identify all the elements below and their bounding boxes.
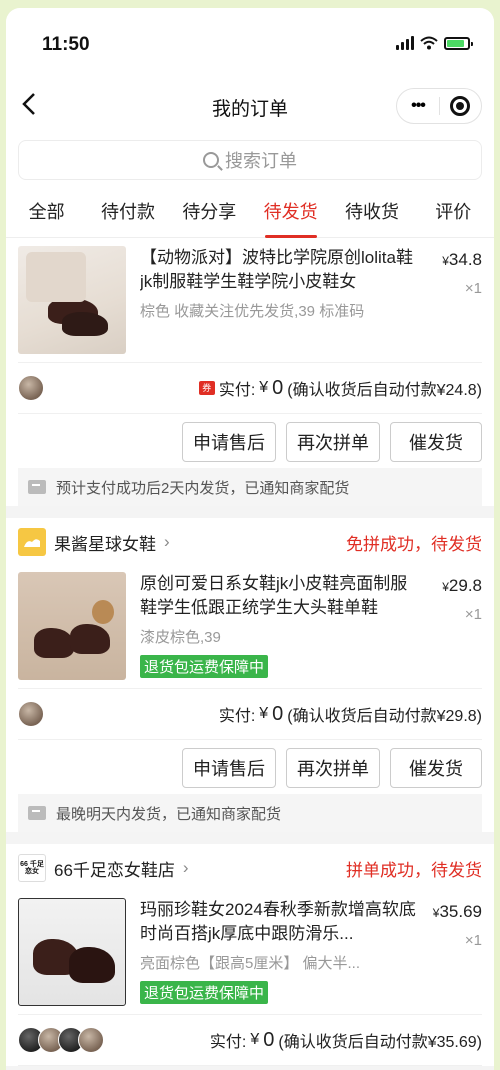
chevron-right-icon: › [164,532,170,551]
product-title: 玛丽珍鞋女2024春秋季新款增高软底时尚百搭jk厚底中跟防滑乐... [140,900,416,943]
reorder-button[interactable]: 再次拼单 [286,748,380,788]
shop-header[interactable]: 果酱星球女鞋 › 免拼成功，待发货 [18,520,482,564]
reorder-button[interactable]: 再次拼单 [286,422,380,462]
order-status: 免拼成功，待发货 [346,534,482,554]
search-icon [203,152,219,168]
product-title: 【动物派对】波特比学院原创lolita鞋jk制服鞋学生鞋学院小皮鞋女 [140,248,413,291]
product-spec: 棕色 收藏关注优先发货,39 标准码 [140,303,365,320]
chevron-right-icon: › [182,858,189,877]
shop-logo: 66 千足恋女 [18,854,46,882]
tab-pending-payment[interactable]: 待付款 [87,198,168,238]
shop-name: 果酱星球女鞋 [54,534,156,554]
product-qty: ×1 [464,280,482,297]
order-tabs: 全部 待付款 待分享 待发货 待收货 评价 [6,190,494,238]
product-qty: ×1 [464,932,482,949]
action-buttons: 申请售后 再次拼单 催发货 [18,740,482,794]
order-item[interactable]: 原创可爱日系女鞋jk小皮鞋亮面制服鞋学生低跟正统学生大头鞋单鞋 漆皮棕色,39 … [18,564,482,688]
battery-icon [444,36,473,50]
shipping-notice: 最晚明天内发货，已通知商家配货 [18,794,482,832]
shipping-notice: 预计支付成功后2天内发货，已通知商家配货 [18,468,482,506]
product-qty: ×1 [464,606,482,623]
wifi-icon [420,36,438,50]
tab-pending-share[interactable]: 待分享 [169,198,250,238]
status-bar: 11:50 [6,8,494,78]
product-image [18,572,126,680]
order-card: 果酱星球女鞋 › 免拼成功，待发货 原创可爱日系女鞋jk小皮鞋亮面制服鞋学生低跟… [6,518,494,832]
payment-row: 实付: ¥0 (确认收货后自动付款¥29.8) [18,688,482,740]
order-card: 【动物派对】波特比学院原创lolita鞋jk制服鞋学生鞋学院小皮鞋女 棕色 收藏… [6,238,494,506]
product-price: ¥35.69 [432,902,482,921]
product-price: ¥34.8 [442,250,482,269]
avatar [78,1027,104,1053]
tab-all[interactable]: 全部 [6,198,87,238]
search-placeholder: 搜索订单 [225,151,297,171]
shop-header[interactable]: 66 千足恋女 66千足恋女鞋店 › 拼单成功，待发货 [18,846,482,890]
mini-program-capsule: ••• [396,88,482,124]
return-shipping-badge: 退货包运费保障中 [140,981,269,1004]
truck-icon [28,806,46,820]
status-time: 11:50 [42,34,90,55]
order-item[interactable]: 【动物派对】波特比学院原创lolita鞋jk制服鞋学生鞋学院小皮鞋女 棕色 收藏… [18,238,482,362]
truck-icon [28,480,46,494]
product-image [18,246,126,354]
order-card: 66 千足恋女 66千足恋女鞋店 › 拼单成功，待发货 玛丽珍鞋女2024春秋季… [6,844,494,1066]
urge-shipment-button[interactable]: 催发货 [390,422,482,462]
search-input[interactable]: 搜索订单 [18,140,482,180]
payment-summary: 实付: ¥0 (确认收货后自动付款¥35.69) [209,1028,482,1052]
tab-pending-receipt[interactable]: 待收货 [331,198,412,238]
after-sales-button[interactable]: 申请售后 [182,748,276,788]
order-item[interactable]: 玛丽珍鞋女2024春秋季新款增高软底时尚百搭jk厚底中跟防滑乐... 亮面棕色【… [18,890,482,1014]
product-title: 原创可爱日系女鞋jk小皮鞋亮面制服鞋学生低跟正统学生大头鞋单鞋 [140,574,408,617]
payment-summary: 券 实付: ¥0 (确认收货后自动付款¥24.8) [198,376,482,400]
after-sales-button[interactable]: 申请售后 [182,422,276,462]
shop-logo [18,528,46,556]
shop-name: 66千足恋女鞋店 [54,860,175,880]
product-image [18,898,126,1006]
action-buttons: 申请售后 再次拼单 催发货 [18,414,482,468]
payment-row: 实付: ¥0 (确认收货后自动付款¥35.69) [18,1014,482,1066]
product-spec: 漆皮棕色,39 [140,629,221,646]
signal-icon [396,36,414,50]
app-frame: 11:50 我的订单 ••• 搜索订单 全部 待付款 待分享 待发货 待收货 评… [6,8,494,1070]
tab-review[interactable]: 评价 [413,198,494,238]
search-bar: 搜索订单 [6,134,494,190]
coupon-icon: 券 [198,381,215,395]
payment-row: 券 实付: ¥0 (确认收货后自动付款¥24.8) [18,362,482,414]
return-shipping-badge: 退货包运费保障中 [140,655,269,678]
order-status: 拼单成功，待发货 [346,860,482,880]
product-spec: 亮面棕色【跟高5厘米】 偏大半... [140,955,361,972]
tab-pending-shipment[interactable]: 待发货 [250,198,331,238]
target-icon[interactable] [440,96,481,116]
payment-summary: 实付: ¥0 (确认收货后自动付款¥29.8) [218,702,482,726]
urge-shipment-button[interactable]: 催发货 [390,748,482,788]
avatar [18,375,44,401]
status-icons [396,36,473,50]
more-dots-icon[interactable]: ••• [397,97,439,115]
nav-bar: 我的订单 ••• [6,78,494,134]
product-price: ¥29.8 [442,576,482,595]
avatar [18,701,44,727]
